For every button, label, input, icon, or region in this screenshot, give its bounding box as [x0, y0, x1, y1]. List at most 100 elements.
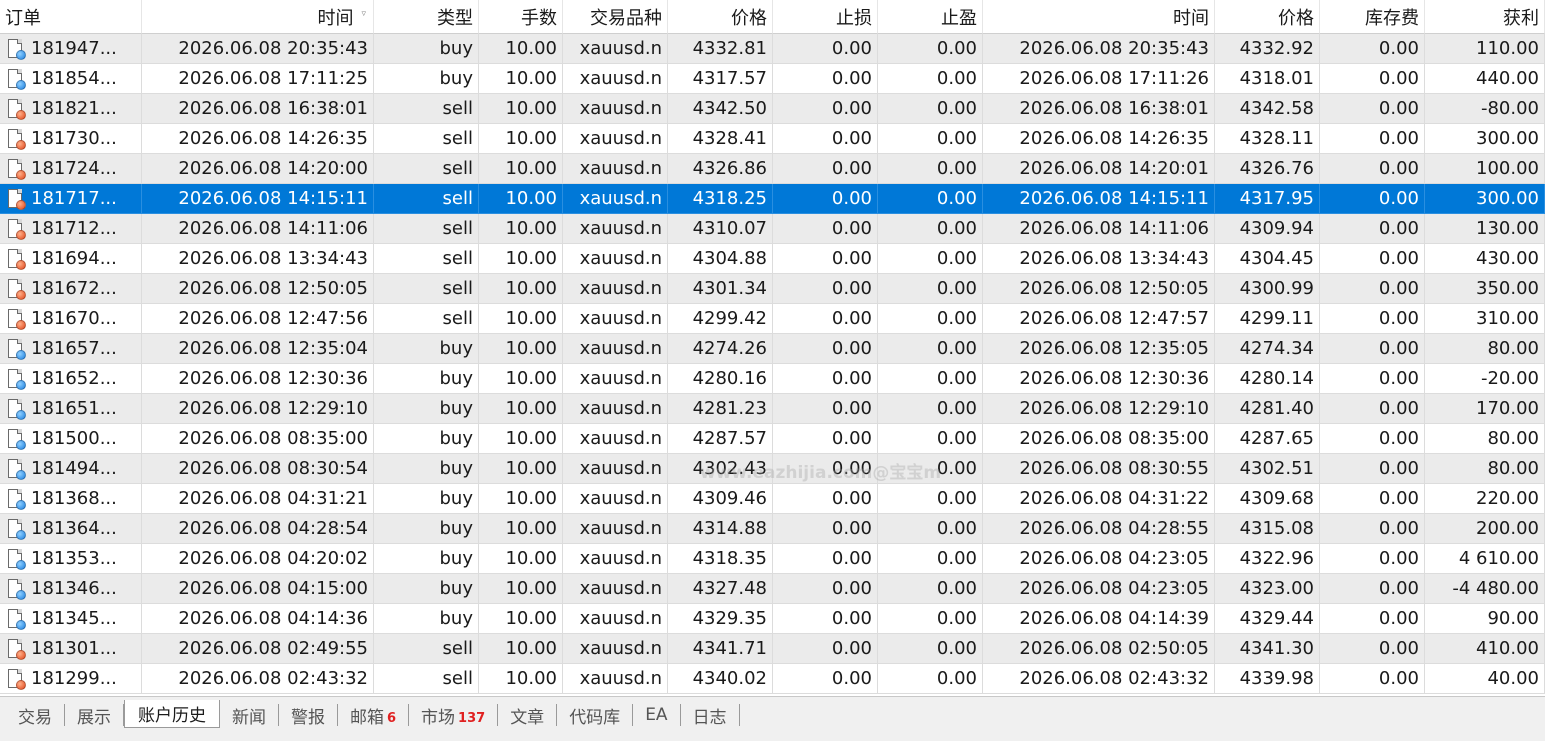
table-row[interactable]: 181651... 2026.06.08 12:29:10 buy 10.00 xauu… — [0, 394, 1545, 424]
table-row[interactable]: 181657... 2026.06.08 12:35:04 buy 10.00 xauu… — [0, 334, 1545, 364]
cell-text: 2026.06.08 12:30:36 — [178, 368, 368, 389]
cell-text: 4341.71 — [692, 638, 767, 659]
cell-swap: 0.00 — [1320, 124, 1425, 154]
tab-code-base[interactable]: 代码库 — [557, 704, 634, 728]
cell-close-price: 4339.98 — [1215, 664, 1320, 694]
table-row[interactable]: 181500... 2026.06.08 08:35:00 buy 10.00 xauu… — [0, 424, 1545, 454]
cell-close-price: 4318.01 — [1215, 64, 1320, 94]
cell-volume: 10.00 — [479, 244, 563, 274]
column-header-close-price[interactable]: 价格 — [1215, 0, 1320, 34]
column-header-type[interactable]: 类型 — [374, 0, 479, 34]
column-header-label: 止盈 — [941, 7, 977, 29]
cell-text: 0.00 — [1378, 518, 1419, 539]
cell-text: 90.00 — [1487, 608, 1539, 629]
tab-ea[interactable]: EA — [633, 704, 681, 726]
cell-sl: 0.00 — [773, 604, 878, 634]
buy-order-icon — [8, 488, 26, 510]
cell-text: 10.00 — [505, 278, 557, 299]
tab-exposure[interactable]: 展示 — [65, 704, 124, 728]
tab-label: 展示 — [77, 707, 111, 728]
cell-text: 181672... — [31, 278, 117, 299]
column-header-swap[interactable]: 库存费 — [1320, 0, 1425, 34]
cell-type: buy — [374, 334, 479, 364]
cell-swap: 0.00 — [1320, 94, 1425, 124]
tab-trade[interactable]: 交易 — [6, 704, 65, 728]
cell-text: 0.00 — [831, 98, 872, 119]
column-header-order[interactable]: 订单 — [0, 0, 142, 34]
cell-profit: 350.00 — [1425, 274, 1545, 304]
table-row[interactable]: 181301... 2026.06.08 02:49:55 sell 10.00 xau… — [0, 634, 1545, 664]
tab-news[interactable]: 新闻 — [220, 704, 279, 728]
tab-mailbox[interactable]: 邮箱 6 — [338, 704, 410, 728]
cell-text: 2026.06.08 02:50:05 — [1019, 638, 1209, 659]
column-header-open-time[interactable]: 时间 ▿ — [142, 0, 374, 34]
cell-text: 10.00 — [505, 668, 557, 689]
table-row[interactable]: 181854... 2026.06.08 17:11:25 buy 10.00 xauu… — [0, 64, 1545, 94]
cell-text: 10.00 — [505, 518, 557, 539]
table-row[interactable]: 181694... 2026.06.08 13:34:43 sell 10.00 xau… — [0, 244, 1545, 274]
tab-alerts[interactable]: 警报 — [279, 704, 338, 728]
cell-text: xauusd.n — [579, 188, 662, 209]
cell-text: xauusd.n — [579, 578, 662, 599]
cell-text: 181670... — [31, 308, 117, 329]
table-row[interactable]: 181672... 2026.06.08 12:50:05 sell 10.00 xau… — [0, 274, 1545, 304]
cell-text: 100.00 — [1476, 158, 1539, 179]
table-row[interactable]: 181299... 2026.06.08 02:43:32 sell 10.00 xau… — [0, 664, 1545, 694]
table-row[interactable]: 181947... 2026.06.08 20:35:43 buy 10.00 xauu… — [0, 34, 1545, 64]
cell-volume: 10.00 — [479, 184, 563, 214]
table-row[interactable]: 181724... 2026.06.08 14:20:00 sell 10.00 xau… — [0, 154, 1545, 184]
table-row[interactable]: 181346... 2026.06.08 04:15:00 buy 10.00 xauu… — [0, 574, 1545, 604]
column-header-volume[interactable]: 手数 — [479, 0, 563, 34]
table-row[interactable]: 181368... 2026.06.08 04:31:21 buy 10.00 xauu… — [0, 484, 1545, 514]
cell-text: 2026.06.08 14:11:06 — [1019, 218, 1209, 239]
table-row[interactable]: 181730... 2026.06.08 14:26:35 sell 10.00 xau… — [0, 124, 1545, 154]
column-header-profit[interactable]: 获利 — [1425, 0, 1545, 34]
sell-order-icon — [8, 158, 26, 180]
table-row[interactable]: 181670... 2026.06.08 12:47:56 sell 10.00 xau… — [0, 304, 1545, 334]
cell-swap: 0.00 — [1320, 394, 1425, 424]
cell-text: 2026.06.08 02:49:55 — [178, 638, 368, 659]
column-header-take-profit[interactable]: 止盈 — [878, 0, 983, 34]
tab-account-history[interactable]: 账户历史 — [124, 700, 220, 728]
column-header-close-time[interactable]: 时间 — [983, 0, 1215, 34]
cell-volume: 10.00 — [479, 514, 563, 544]
cell-text: 10.00 — [505, 308, 557, 329]
tab-journal[interactable]: 日志 — [681, 704, 740, 728]
cell-swap: 0.00 — [1320, 154, 1425, 184]
cell-profit: 220.00 — [1425, 484, 1545, 514]
tab-market[interactable]: 市场 137 — [409, 704, 499, 728]
tab-articles[interactable]: 文章 — [498, 704, 558, 728]
column-header-stop-loss[interactable]: 止损 — [773, 0, 878, 34]
cell-type: sell — [374, 244, 479, 274]
cell-text: buy — [439, 608, 474, 629]
cell-text: xauusd.n — [579, 668, 662, 689]
table-row[interactable]: 181353... 2026.06.08 04:20:02 buy 10.00 xauu… — [0, 544, 1545, 574]
cell-text: 0.00 — [936, 368, 977, 389]
table-row[interactable]: 181345... 2026.06.08 04:14:36 buy 10.00 xauu… — [0, 604, 1545, 634]
cell-tp: 0.00 — [878, 274, 983, 304]
table-row[interactable]: 181364... 2026.06.08 04:28:54 buy 10.00 xauu… — [0, 514, 1545, 544]
cell-text: 2026.06.08 20:35:43 — [1019, 38, 1209, 59]
cell-close-price: 4281.40 — [1215, 394, 1320, 424]
cell-text: 0.00 — [936, 668, 977, 689]
cell-close-price: 4309.68 — [1215, 484, 1320, 514]
cell-close-time: 2026.06.08 14:11:06 — [983, 214, 1215, 244]
table-row[interactable]: 181494... 2026.06.08 08:30:54 buy 10.00 xauu… — [0, 454, 1545, 484]
cell-profit: 170.00 — [1425, 394, 1545, 424]
column-header-symbol[interactable]: 交易品种 — [563, 0, 668, 34]
cell-volume: 10.00 — [479, 124, 563, 154]
table-row[interactable]: 181717... 2026.06.08 14:15:11 sell 10.00 xau… — [0, 184, 1545, 214]
cell-open-price: 4342.50 — [668, 94, 773, 124]
column-header-open-price[interactable]: 价格 — [668, 0, 773, 34]
sell-order-icon — [8, 668, 26, 690]
cell-text: 200.00 — [1476, 518, 1539, 539]
cell-open-time: 2026.06.08 08:35:00 — [142, 424, 374, 454]
cell-text: 0.00 — [1378, 548, 1419, 569]
table-row[interactable]: 181712... 2026.06.08 14:11:06 sell 10.00 xau… — [0, 214, 1545, 244]
cell-text: 2026.06.08 13:34:43 — [178, 248, 368, 269]
table-row[interactable]: 181652... 2026.06.08 12:30:36 buy 10.00 xauu… — [0, 364, 1545, 394]
cell-text: 0.00 — [936, 158, 977, 179]
cell-tp: 0.00 — [878, 664, 983, 694]
cell-close-price: 4315.08 — [1215, 514, 1320, 544]
table-row[interactable]: 181821... 2026.06.08 16:38:01 sell 10.00 xau… — [0, 94, 1545, 124]
